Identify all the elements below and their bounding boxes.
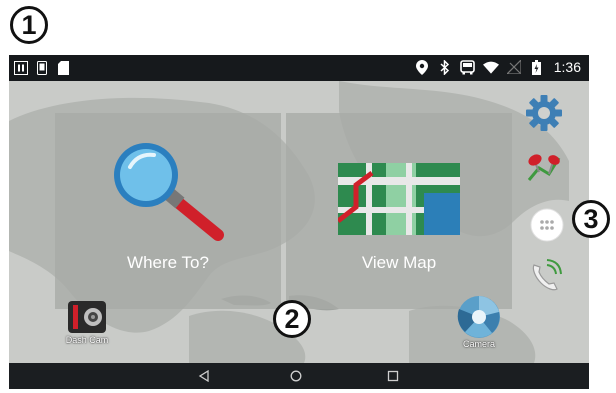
dash-cam-label: Dash Cam — [65, 335, 109, 345]
bus-icon — [460, 59, 476, 75]
where-to-label: Where To? — [127, 253, 209, 272]
wifi-icon — [482, 59, 499, 75]
back-button[interactable] — [195, 368, 213, 384]
callout-2: 2 — [273, 300, 311, 338]
view-map-tile[interactable]: View Map — [286, 113, 512, 309]
bluetooth-icon — [437, 59, 453, 75]
pause-icon — [13, 60, 29, 76]
status-bar: 1:36 — [9, 55, 589, 81]
pins-icon — [527, 154, 561, 181]
dash-cam-icon — [68, 301, 106, 333]
where-to-tile[interactable]: Where To? — [55, 113, 281, 309]
camera-label: Camera — [462, 339, 495, 349]
view-map-label: View Map — [361, 253, 437, 272]
phone-icon — [34, 60, 50, 76]
no-signal-icon — [506, 59, 522, 75]
saved-pins-button[interactable] — [524, 149, 564, 189]
navigation-bar — [9, 363, 589, 389]
recents-button[interactable] — [384, 368, 402, 384]
home-button[interactable] — [287, 368, 305, 384]
home-icon — [290, 370, 302, 382]
recents-icon — [387, 370, 399, 382]
callout-1: 1 — [10, 6, 48, 44]
app-drawer-button[interactable] — [527, 205, 567, 245]
magnifier-icon — [114, 143, 224, 241]
status-time: 1:36 — [553, 59, 581, 75]
battery-icon — [529, 59, 545, 75]
camera-aperture-icon — [457, 296, 500, 338]
settings-button[interactable] — [524, 93, 564, 133]
phone-call-button[interactable] — [525, 255, 565, 295]
phone-call-icon — [532, 259, 562, 291]
dash-cam-app[interactable]: Dash Cam — [57, 299, 117, 345]
settings-gear-icon — [526, 95, 562, 131]
back-icon — [198, 370, 209, 382]
location-pin-icon — [414, 59, 430, 75]
map-icon — [338, 163, 460, 235]
sd-card-icon — [55, 60, 71, 76]
device-screen: 1:36 Where To? View Map Dash Cam Camera — [9, 55, 589, 389]
callout-3: 3 — [572, 200, 610, 238]
camera-app[interactable]: Camera — [447, 295, 511, 349]
app-drawer-icon — [530, 208, 564, 242]
